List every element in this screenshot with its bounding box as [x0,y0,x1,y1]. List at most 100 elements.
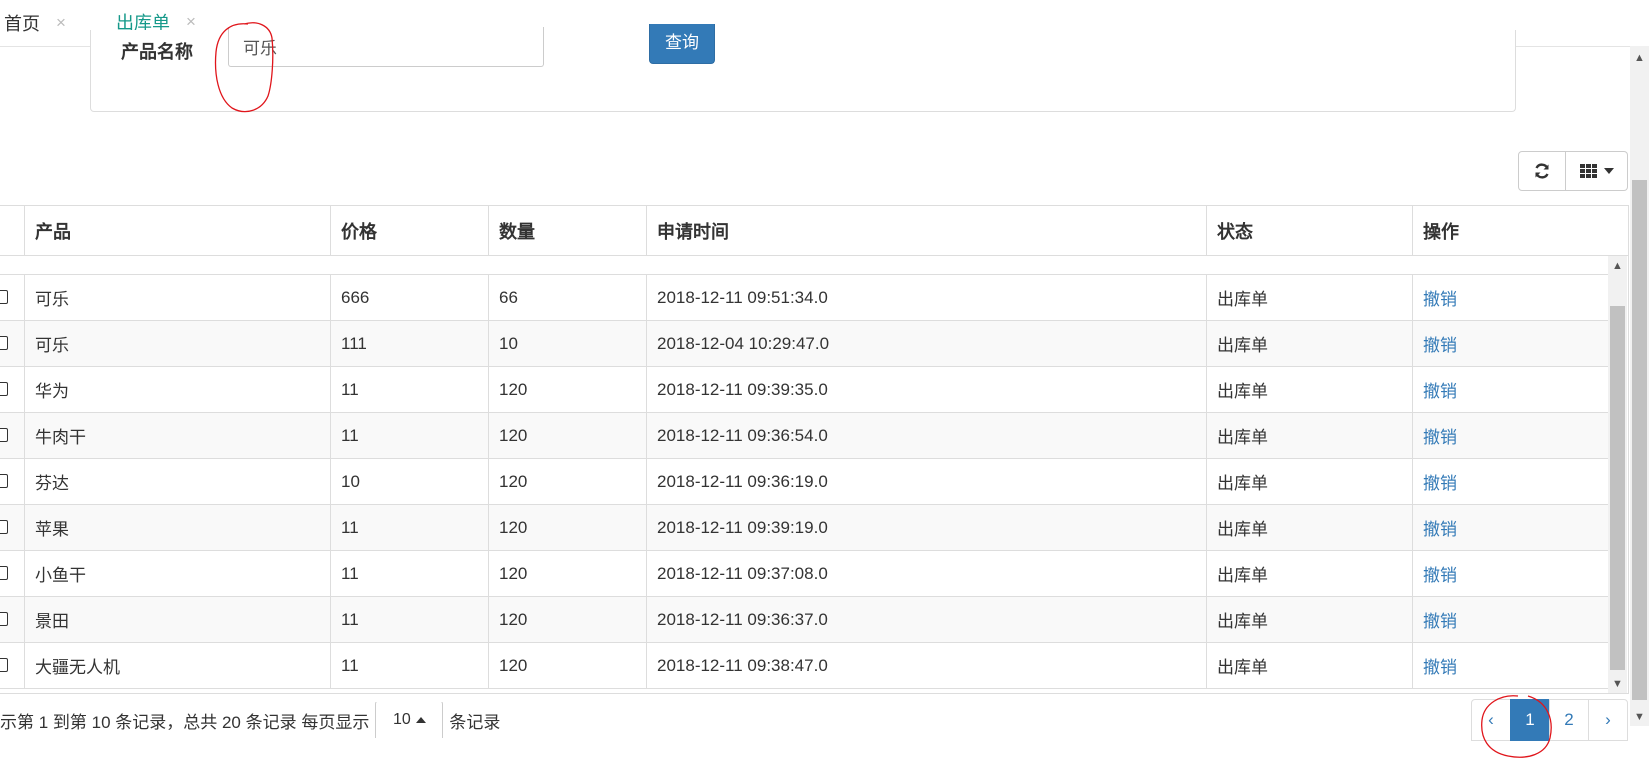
refresh-icon [1535,163,1549,179]
page-1-button[interactable]: 1 [1510,699,1550,741]
scroll-up-arrow-icon[interactable]: ▲ [1608,256,1627,275]
cell-apply-time: 2018-12-11 09:37:08.0 [646,551,1206,596]
table-row[interactable]: 大疆无人机 11 120 2018-12-11 09:38:47.0 出库单 撤… [0,643,1608,689]
pagination-info: 示第 1 到第 10 条记录，总共 20 条记录 每页显示 10 条记录 [0,702,500,738]
table-scrollbar[interactable]: ▲ ▼ [1608,256,1627,693]
row-checkbox[interactable] [0,612,8,626]
row-checkbox[interactable] [0,566,8,580]
table-row[interactable]: 华为 11 120 2018-12-11 09:39:35.0 出库单 撤销 [0,367,1608,413]
revoke-link[interactable]: 撤销 [1423,285,1457,310]
header-apply-time[interactable]: 申请时间 [646,206,1206,255]
cell-action: 撤销 [1412,413,1608,458]
cell-quantity: 120 [488,643,646,688]
tab-home-close-icon[interactable]: × [56,13,66,33]
cell-price: 111 [330,321,488,366]
table-body: 可乐 666 66 2018-12-11 09:51:34.0 出库单 撤销 可… [0,256,1608,693]
cell-apply-time: 2018-12-11 09:36:37.0 [646,597,1206,642]
product-name-input[interactable] [228,27,544,67]
row-checkbox[interactable] [0,474,8,488]
header-price[interactable]: 价格 [330,206,488,255]
cell-status: 出库单 [1206,551,1412,596]
row-checkbox[interactable] [0,520,8,534]
tab-home-label: 首页 [4,14,40,34]
columns-grid-icon [1579,164,1597,178]
cell-action: 撤销 [1412,597,1608,642]
table-scrollbar-thumb[interactable] [1610,306,1625,670]
table-row[interactable]: 芬达 10 120 2018-12-11 09:36:19.0 出库单 撤销 [0,459,1608,505]
revoke-link[interactable]: 撤销 [1423,515,1457,540]
revoke-link[interactable]: 撤销 [1423,653,1457,678]
revoke-link[interactable]: 撤销 [1423,607,1457,632]
page-next-button[interactable]: › [1588,699,1628,741]
cell-apply-time: 2018-12-11 09:39:19.0 [646,505,1206,550]
table-row[interactable]: 可乐 666 66 2018-12-11 09:51:34.0 出库单 撤销 [0,275,1608,321]
search-panel: 产品名称 查询 [90,24,1516,112]
cell-apply-time: 2018-12-11 09:36:54.0 [646,413,1206,458]
table-row[interactable]: 小鱼干 11 120 2018-12-11 09:37:08.0 出库单 撤销 [0,551,1608,597]
scroll-down-arrow-icon[interactable]: ▼ [1608,674,1627,693]
pagination-info-text: 示第 1 到第 10 条记录，总共 20 条记录 每页显示 [0,712,370,732]
page-size-select[interactable]: 10 [375,702,444,738]
cell-apply-time: 2018-12-11 09:51:34.0 [646,275,1206,320]
cell-product: 苹果 [24,505,330,550]
refresh-button[interactable] [1518,151,1566,191]
row-checkbox[interactable] [0,382,8,396]
revoke-link[interactable]: 撤销 [1423,423,1457,448]
tab-outbound-close-icon[interactable]: × [186,12,196,32]
page-scrollbar-thumb[interactable] [1632,180,1647,700]
cell-price: 11 [330,597,488,642]
header-quantity[interactable]: 数量 [488,206,646,255]
header-product[interactable]: 产品 [24,206,330,255]
table-row-partial [0,256,1608,275]
revoke-link[interactable]: 撤销 [1423,331,1457,356]
query-button[interactable]: 查询 [649,24,715,64]
table-row[interactable]: 景田 11 120 2018-12-11 09:36:37.0 出库单 撤销 [0,597,1608,643]
header-action[interactable]: 操作 [1412,206,1608,255]
cell-quantity: 120 [488,413,646,458]
cell-product: 小鱼干 [24,551,330,596]
cell-price: 11 [330,413,488,458]
page-scrollbar[interactable]: ▲ ▼ [1630,46,1649,726]
cell-product: 华为 [24,367,330,412]
table-row[interactable]: 可乐 111 10 2018-12-04 10:29:47.0 出库单 撤销 [0,321,1608,367]
revoke-link[interactable]: 撤销 [1423,561,1457,586]
page-2-button[interactable]: 2 [1549,699,1589,741]
cell-action: 撤销 [1412,275,1608,320]
cell-status: 出库单 [1206,505,1412,550]
cell-product: 景田 [24,597,330,642]
row-checkbox[interactable] [0,428,8,442]
cell-price: 11 [330,367,488,412]
caret-down-icon [1603,168,1614,174]
row-checkbox[interactable] [0,336,8,350]
row-checkbox[interactable] [0,658,8,672]
header-status[interactable]: 状态 [1206,206,1412,255]
revoke-link[interactable]: 撤销 [1423,377,1457,402]
revoke-link[interactable]: 撤销 [1423,469,1457,494]
cell-action: 撤销 [1412,551,1608,596]
cell-action: 撤销 [1412,367,1608,412]
tab-home[interactable]: 首页 × [4,0,66,46]
table-row[interactable]: 苹果 11 120 2018-12-11 09:39:19.0 出库单 撤销 [0,505,1608,551]
cell-price: 11 [330,505,488,550]
page-prev-button[interactable]: ‹ [1471,699,1511,741]
pagination: ‹ 1 2 › [1471,699,1628,741]
cell-product: 可乐 [24,321,330,366]
cell-action: 撤销 [1412,459,1608,504]
page-scroll-up-arrow-icon[interactable]: ▲ [1630,48,1649,67]
cell-price: 11 [330,551,488,596]
cell-status: 出库单 [1206,321,1412,366]
cell-quantity: 120 [488,505,646,550]
table-rows: 可乐 666 66 2018-12-11 09:51:34.0 出库单 撤销 可… [0,275,1608,689]
cell-product: 可乐 [24,275,330,320]
cell-quantity: 120 [488,459,646,504]
cell-quantity: 10 [488,321,646,366]
outbound-table: 产品 价格 数量 申请时间 状态 操作 可乐 666 66 2018-12-11… [0,205,1629,694]
cell-status: 出库单 [1206,459,1412,504]
columns-button[interactable] [1566,151,1628,191]
page-scroll-down-arrow-icon[interactable]: ▼ [1630,707,1649,726]
table-row[interactable]: 牛肉干 11 120 2018-12-11 09:36:54.0 出库单 撤销 [0,413,1608,459]
product-name-label: 产品名称 [121,42,193,62]
cell-status: 出库单 [1206,275,1412,320]
row-checkbox[interactable] [0,290,8,304]
cell-quantity: 66 [488,275,646,320]
